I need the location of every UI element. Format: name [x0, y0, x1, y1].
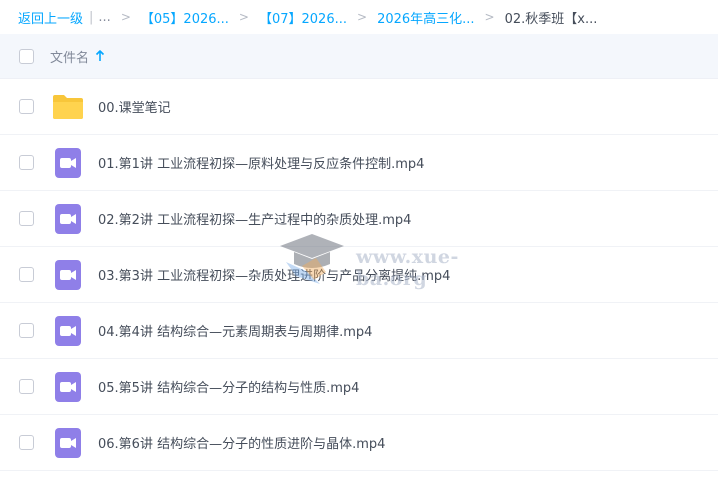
video-icon — [52, 315, 84, 347]
back-link[interactable]: 返回上一级 — [18, 8, 83, 27]
file-name[interactable]: 00.课堂笔记 — [98, 97, 171, 116]
video-icon — [52, 147, 84, 179]
breadcrumb-separator: > — [357, 10, 368, 24]
file-name[interactable]: 06.第6讲 结构综合—分子的性质进阶与晶体.mp4 — [98, 433, 385, 452]
breadcrumb-item-07[interactable]: 【07】2026... — [259, 8, 347, 27]
file-row-video[interactable]: 04.第4讲 结构综合—元素周期表与周期律.mp4 — [0, 303, 718, 359]
breadcrumb-ellipsis[interactable]: ... — [98, 10, 110, 25]
video-icon — [52, 371, 84, 403]
breadcrumb-item-05[interactable]: 【05】2026... — [141, 8, 229, 27]
row-checkbox[interactable] — [19, 99, 34, 114]
filename-column-header[interactable]: 文件名 — [50, 47, 89, 66]
file-name[interactable]: 05.第5讲 结构综合—分子的结构与性质.mp4 — [98, 377, 359, 396]
file-row-video[interactable]: 02.第2讲 工业流程初探—生产过程中的杂质处理.mp4 — [0, 191, 718, 247]
file-row-video[interactable]: 01.第1讲 工业流程初探—原料处理与反应条件控制.mp4 — [0, 135, 718, 191]
file-list-header: 文件名 — [0, 34, 718, 79]
file-name[interactable]: 01.第1讲 工业流程初探—原料处理与反应条件控制.mp4 — [98, 153, 424, 172]
video-icon — [52, 427, 84, 459]
row-checkbox[interactable] — [19, 435, 34, 450]
row-checkbox[interactable] — [19, 211, 34, 226]
video-icon — [52, 259, 84, 291]
file-list: 00.课堂笔记 01.第1讲 工业流程初探—原料处理与反应条件控制.mp4 02… — [0, 79, 718, 471]
breadcrumb: 返回上一级 | ... > 【05】2026... > 【07】2026... … — [0, 0, 718, 34]
file-name[interactable]: 04.第4讲 结构综合—元素周期表与周期律.mp4 — [98, 321, 372, 340]
row-checkbox[interactable] — [19, 323, 34, 338]
file-name[interactable]: 03.第3讲 工业流程初探—杂质处理进阶与产品分离提纯.mp4 — [98, 265, 450, 284]
row-checkbox[interactable] — [19, 267, 34, 282]
breadcrumb-item-chemistry[interactable]: 2026年高三化... — [377, 8, 474, 27]
select-all-checkbox[interactable] — [19, 48, 34, 64]
breadcrumb-current: 02.秋季班【x... — [504, 11, 598, 27]
file-row-video[interactable]: 06.第6讲 结构综合—分子的性质进阶与晶体.mp4 — [0, 415, 718, 471]
breadcrumb-separator: > — [484, 10, 495, 24]
row-checkbox[interactable] — [19, 155, 34, 170]
arrow-up-icon[interactable] — [95, 50, 105, 62]
breadcrumb-separator: > — [238, 10, 249, 24]
breadcrumb-separator: > — [120, 10, 131, 24]
row-checkbox[interactable] — [19, 379, 34, 394]
file-row-video[interactable]: 05.第5讲 结构综合—分子的结构与性质.mp4 — [0, 359, 718, 415]
file-name[interactable]: 02.第2讲 工业流程初探—生产过程中的杂质处理.mp4 — [98, 209, 411, 228]
file-row-folder[interactable]: 00.课堂笔记 — [0, 79, 718, 135]
folder-icon — [52, 91, 84, 123]
breadcrumb-divider: | — [89, 9, 94, 25]
file-row-video[interactable]: 03.第3讲 工业流程初探—杂质处理进阶与产品分离提纯.mp4 — [0, 247, 718, 303]
video-icon — [52, 203, 84, 235]
